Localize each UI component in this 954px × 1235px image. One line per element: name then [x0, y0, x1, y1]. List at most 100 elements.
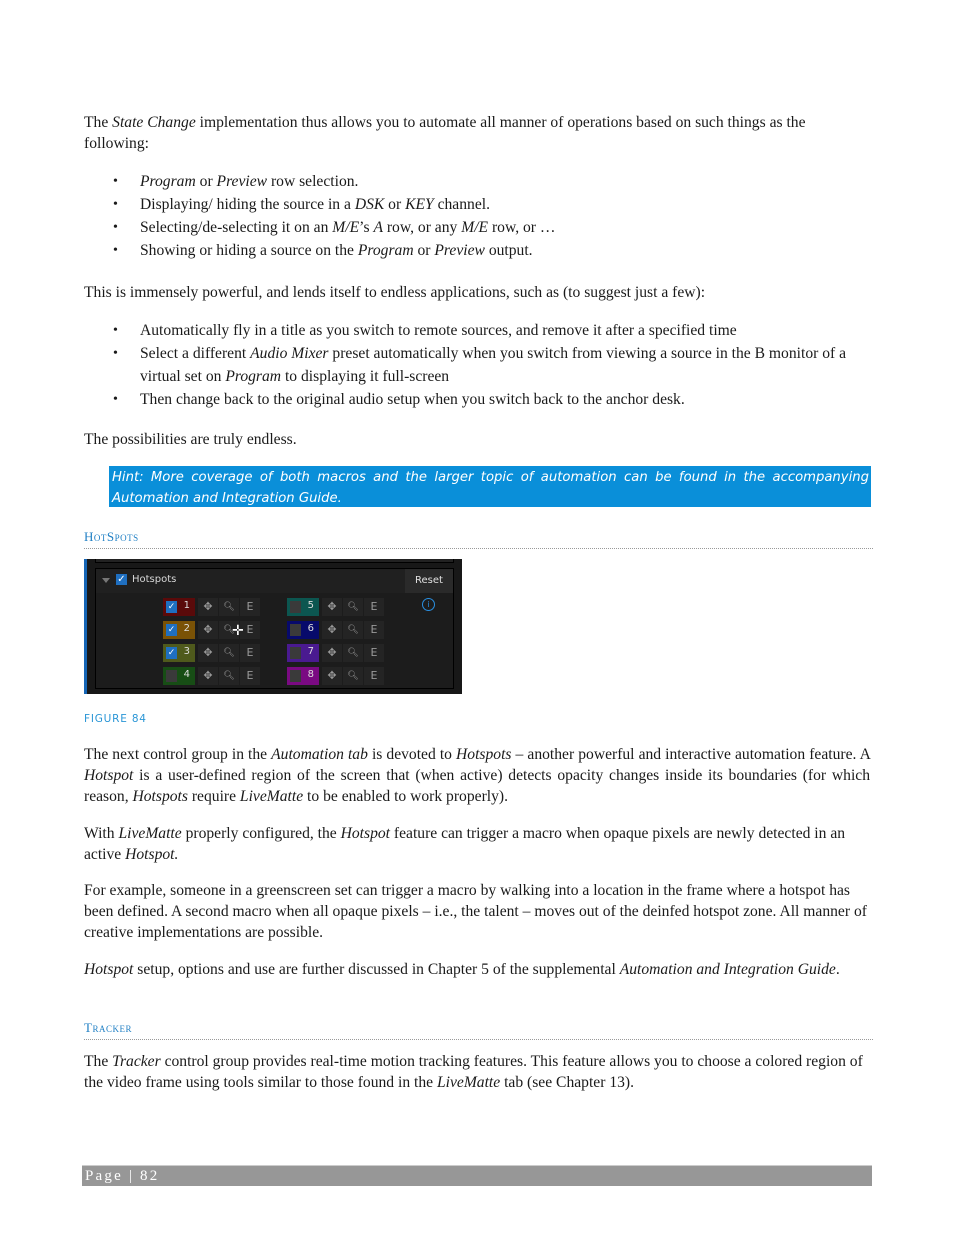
text-span: The — [84, 1053, 113, 1070]
text-span: Hotspots — [132, 788, 188, 805]
move-icon[interactable]: ✥ — [198, 621, 218, 639]
edit-button[interactable]: E — [364, 598, 384, 616]
applications-paragraph: This is immensely powerful, and lends it… — [84, 284, 706, 301]
zoom-icon[interactable]: 🔍︎ — [219, 667, 239, 685]
text-span: Automation and Integration Guide — [619, 961, 836, 978]
zoom-icon[interactable]: 🔍︎ — [343, 598, 363, 616]
text-span: Preview — [216, 173, 268, 190]
text-span: Displaying/ hiding the source in a — [140, 196, 355, 213]
hotspot-number: 5 — [307, 600, 314, 611]
example-paragraph: For example, someone in a greenscreen se… — [84, 880, 870, 943]
hotspot-checkbox[interactable]: ✓ — [166, 647, 177, 659]
livematte-paragraph: With LiveMatte properly configured, the … — [84, 823, 870, 865]
text-span: State Change — [112, 114, 196, 131]
text-span: M/E — [332, 219, 360, 236]
page-footer: Page | 82 — [82, 1165, 872, 1186]
hotspot-number: 8 — [307, 669, 314, 680]
text-span: Selecting/de-selecting it on an — [140, 219, 333, 236]
move-icon[interactable]: ✥ — [322, 644, 342, 662]
bullet-list-state-change: Program or Preview row selection. Display… — [84, 170, 870, 262]
text-span: ’s — [359, 219, 374, 236]
hotspot-checkbox[interactable]: ✓ — [166, 601, 177, 613]
zoom-icon[interactable]: 🔍︎ — [343, 667, 363, 685]
hotspot-number: 4 — [183, 669, 190, 680]
info-icon[interactable]: i — [422, 598, 435, 611]
text-span: For example, someone in a greenscreen se… — [84, 882, 867, 941]
hint-box: Hint: More coverage of both macros and t… — [109, 466, 871, 507]
edit-button[interactable]: E — [240, 644, 260, 662]
text-span: Hotspots — [456, 746, 512, 763]
hotspot-number: 6 — [307, 623, 314, 634]
hotspot-number: 1 — [183, 600, 190, 611]
edit-button[interactable]: E — [364, 621, 384, 639]
edit-button[interactable]: E — [240, 598, 260, 616]
edit-button[interactable]: E — [240, 667, 260, 685]
hotspot-checkbox[interactable] — [290, 647, 301, 659]
bullet-item: Showing or hiding a source on the Progra… — [84, 239, 870, 262]
hotspot-checkbox[interactable] — [166, 670, 177, 682]
edit-button[interactable]: E — [364, 667, 384, 685]
further-discussion-paragraph: Hotspot setup, options and use are furth… — [84, 959, 870, 980]
hotspot-checkbox[interactable]: ✓ — [166, 624, 177, 636]
hotspots-panel: ✓ Hotspots Reset i ✓ 1 ✥ 🔍︎ E ✓ 2 ✥ 🔍︎ E ✓ 3 ✥ 🔍︎ E 4 ✥ 🔍… — [84, 559, 462, 694]
zoom-icon[interactable]: 🔍︎ — [219, 598, 239, 616]
hotspot-toggle-4[interactable]: 4 — [163, 667, 195, 685]
text-span: DSK — [354, 196, 385, 213]
hotspot-number: 2 — [183, 623, 190, 634]
zoom-icon[interactable]: 🔍︎ — [343, 621, 363, 639]
text-span: Then change back to the original audio s… — [140, 391, 685, 408]
text-span: Tracker — [112, 1053, 161, 1070]
text-span: to be enabled to work properly). — [303, 788, 508, 805]
text-span: LiveMatte — [436, 1074, 501, 1091]
hotspot-toggle-8[interactable]: 8 — [287, 667, 319, 685]
text-span: row, or any — [382, 219, 462, 236]
text-span: Preview — [434, 242, 485, 259]
text-span: tab (see Chapter 13). — [500, 1074, 634, 1091]
text-span: setup, options and use are further discu… — [133, 961, 620, 978]
hotspot-toggle-3[interactable]: ✓ 3 — [163, 644, 195, 662]
bullet-item: Program or Preview row selection. — [84, 170, 870, 193]
text-span: Select a different — [140, 345, 251, 362]
move-icon[interactable]: ✥ — [322, 667, 342, 685]
text-span: Showing or hiding a source on the — [140, 242, 358, 259]
section-heading-hotspots: HotSpots — [84, 529, 873, 549]
hotspot-number: 3 — [183, 646, 190, 657]
text-span: The next control group in the — [84, 746, 272, 763]
bullet-item: Automatically fly in a title as you swit… — [84, 319, 870, 342]
text-span: Automation tab — [271, 746, 368, 763]
reset-button[interactable]: Reset — [405, 569, 453, 593]
text-span: KEY — [405, 196, 434, 213]
hotspot-checkbox[interactable] — [290, 601, 301, 613]
edit-button[interactable]: E — [364, 644, 384, 662]
text-span: With — [84, 825, 119, 842]
text-span: row, or … — [488, 219, 556, 236]
hotspot-toggle-5[interactable]: 5 — [287, 598, 319, 616]
figure-caption: FIGURE 84 — [84, 713, 147, 725]
hotspot-toggle-7[interactable]: 7 — [287, 644, 319, 662]
text-span: is devoted to — [367, 746, 457, 763]
move-icon[interactable]: ✥ — [198, 667, 218, 685]
text-span: Hotspot — [84, 961, 134, 978]
move-icon[interactable]: ✥ — [198, 644, 218, 662]
hotspot-checkbox[interactable] — [290, 670, 301, 682]
move-icon[interactable]: ✥ — [322, 621, 342, 639]
intro-paragraph: The State Change implementation thus all… — [84, 112, 870, 154]
bullet-item: Then change back to the original audio s… — [84, 388, 870, 411]
text-span: channel. — [433, 196, 490, 213]
collapse-triangle-icon[interactable] — [102, 578, 110, 583]
hotspot-toggle-6[interactable]: 6 — [287, 621, 319, 639]
bullet-list-applications: Automatically fly in a title as you swit… — [84, 319, 870, 411]
move-icon[interactable]: ✥ — [322, 598, 342, 616]
hotspot-toggle-1[interactable]: ✓ 1 — [163, 598, 195, 616]
zoom-icon[interactable]: 🔍︎ — [343, 644, 363, 662]
panel-title: Hotspots — [132, 574, 177, 585]
zoom-icon[interactable]: 🔍︎ — [219, 644, 239, 662]
text-span: Program — [357, 242, 414, 259]
hotspot-toggle-2[interactable]: ✓ 2 — [163, 621, 195, 639]
hotspot-checkbox[interactable] — [290, 624, 301, 636]
move-icon[interactable]: ✥ — [198, 598, 218, 616]
text-span: Hotspot — [340, 825, 391, 842]
text-span: M/E — [461, 219, 489, 236]
text-span: Program — [225, 368, 282, 385]
hotspots-enable-checkbox[interactable]: ✓ — [116, 574, 127, 585]
